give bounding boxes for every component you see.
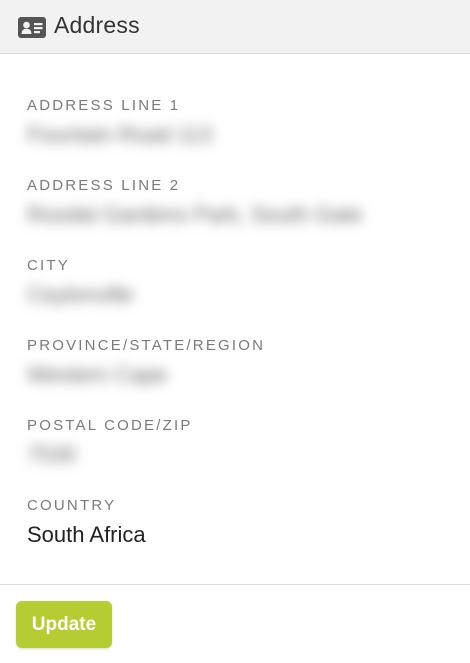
country-label: COUNTRY: [27, 497, 117, 514]
id-card-icon: [18, 17, 46, 38]
panel-title: Address: [54, 12, 140, 38]
address-line-1-label: ADDRESS LINE 1: [27, 97, 181, 114]
postal-code-value: 7530: [27, 442, 76, 467]
province-label: PROVINCE/STATE/REGION: [27, 337, 266, 354]
footer-divider: [0, 584, 470, 585]
panel-header: Address: [0, 0, 470, 54]
update-button[interactable]: Update: [16, 601, 112, 648]
province-value: Western Cape: [27, 362, 168, 387]
city-label: CITY: [27, 257, 70, 274]
postal-code-label: POSTAL CODE/ZIP: [27, 417, 193, 434]
address-line-1-value: Fountain Road 113: [27, 122, 213, 147]
country-value: South Africa: [27, 522, 146, 547]
address-line-2-label: ADDRESS LINE 2: [27, 177, 181, 194]
address-line-2-value: Roodal Gardens Park, South Gate: [27, 202, 363, 227]
city-value: Ceylonville: [27, 282, 134, 307]
